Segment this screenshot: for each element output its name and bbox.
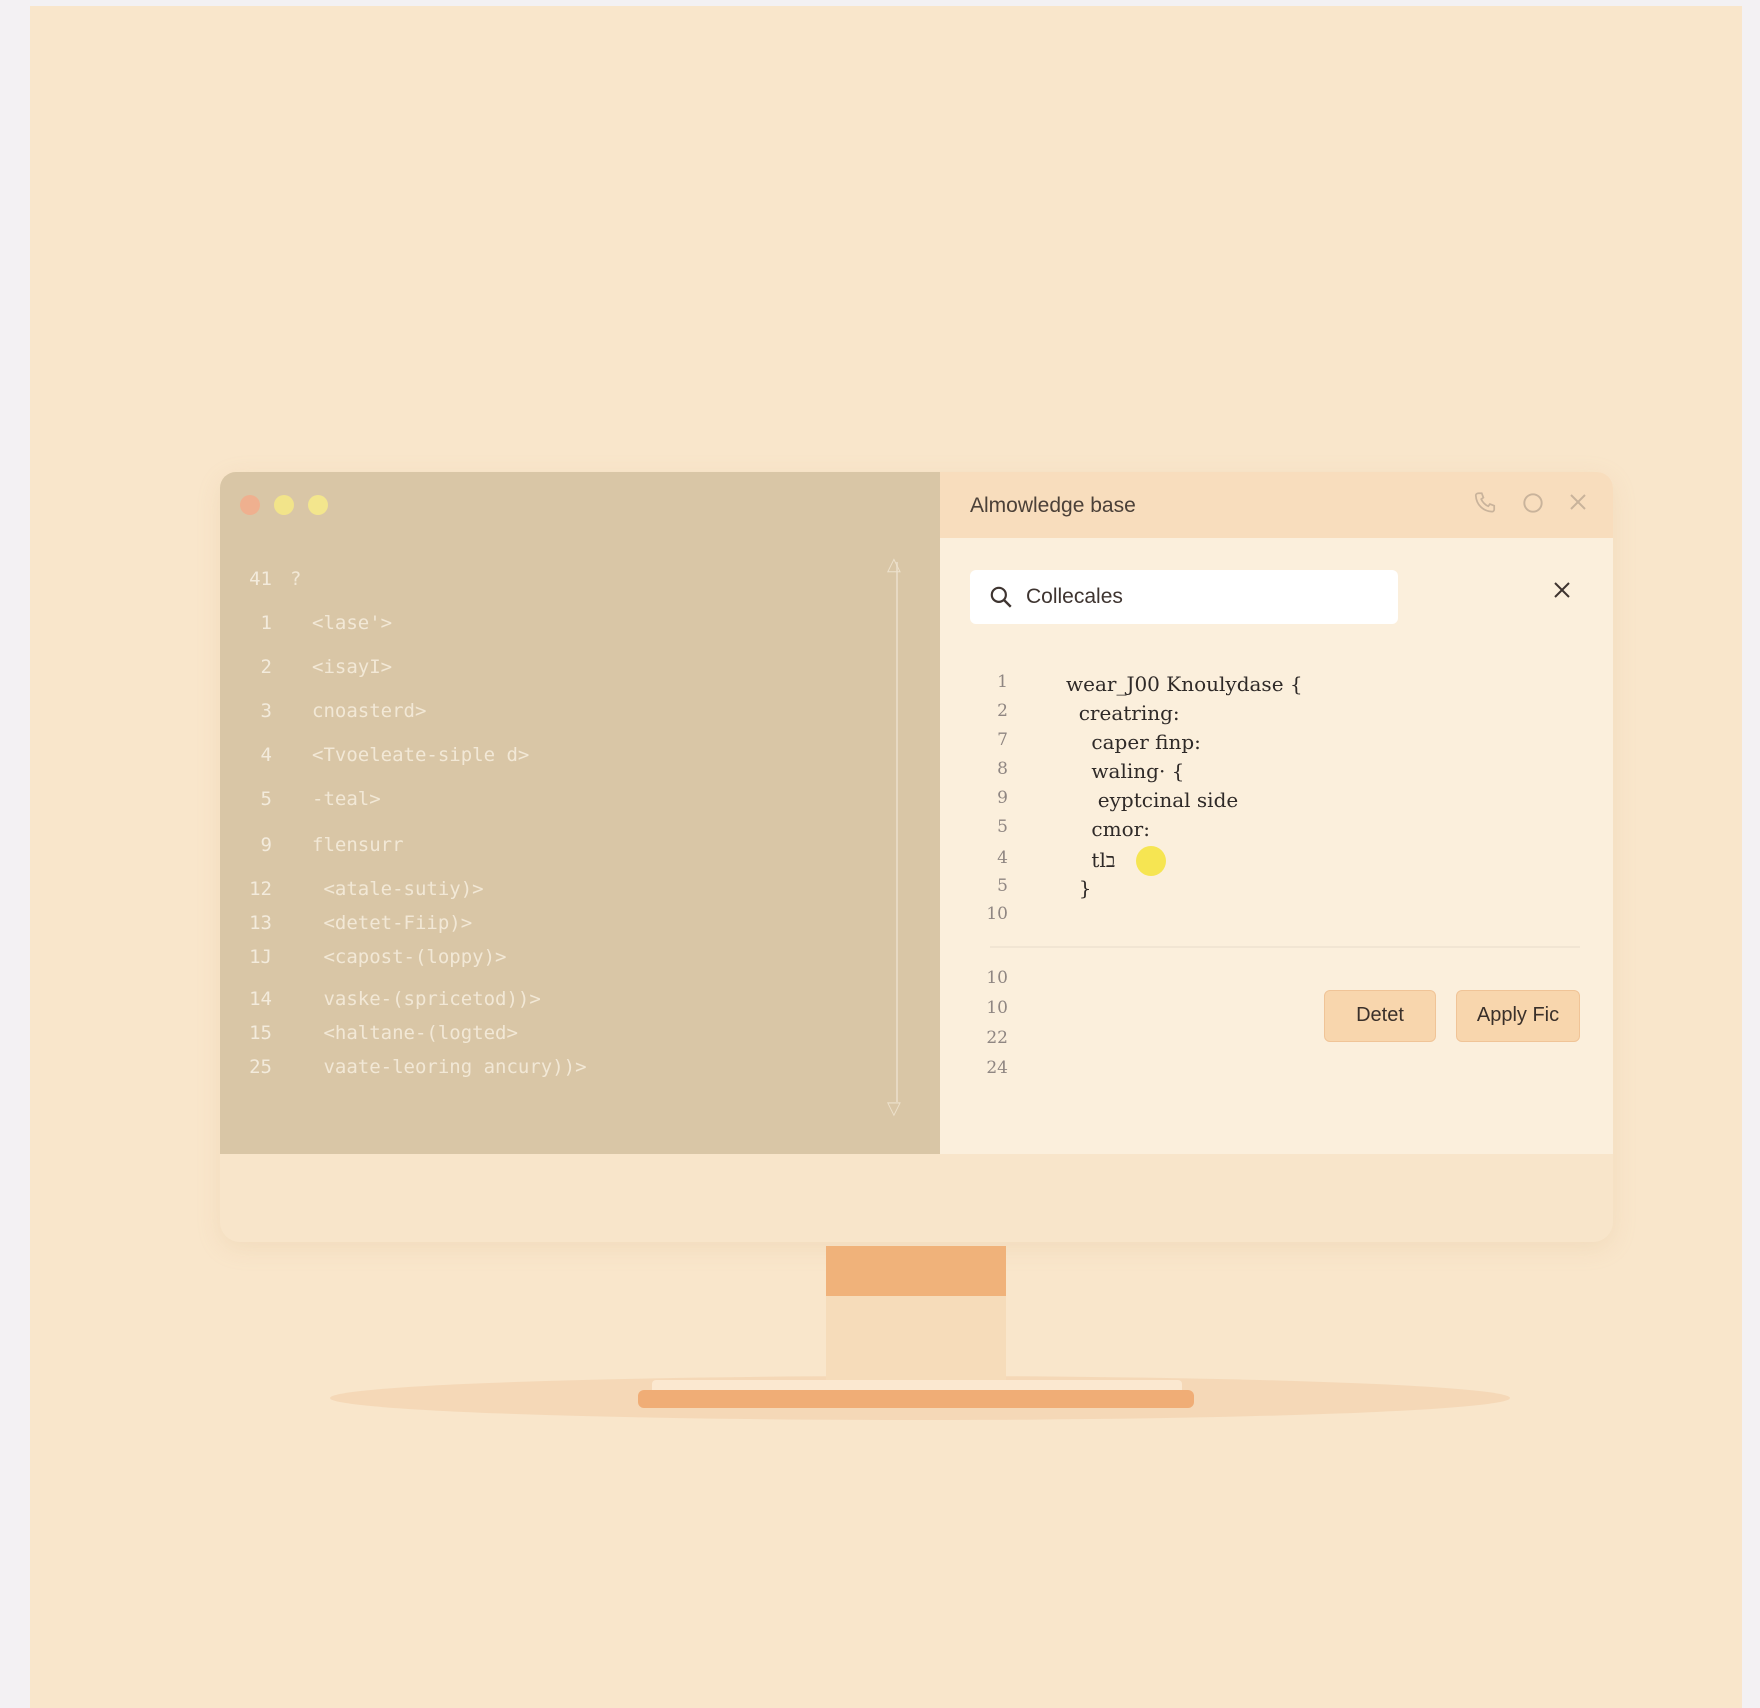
editor-scrollbar[interactable] (896, 562, 898, 1102)
line-number: 41 (249, 568, 272, 590)
line-text: wear_J00 Knoulydase { (1066, 672, 1303, 696)
knowledge-base-panel: Almowledge base Collecales 1 wear_J00 Kno… (940, 472, 1613, 1154)
editor-line: 4 <Tvoeleate-siple d> (220, 744, 880, 776)
line-text: <lase'> (312, 612, 393, 634)
kb-code-line: 10 (940, 998, 1540, 1026)
line-text: ? (290, 568, 302, 590)
line-text: caper finp: (1066, 730, 1201, 754)
line-number: 4 (997, 848, 1008, 868)
line-number: 2 (997, 701, 1008, 721)
divider (990, 946, 1580, 948)
line-text: -teal> (312, 788, 381, 810)
editor-line: 9 flensurr (220, 834, 880, 866)
search-icon (988, 584, 1014, 610)
line-number: 1J (249, 946, 272, 968)
editor-line: 5 -teal> (220, 788, 880, 820)
line-number: 9 (997, 788, 1008, 808)
kb-code-line: 4 tlב (940, 848, 1540, 876)
line-text: vaske-(spricetod))> (312, 988, 541, 1010)
kb-code-line: 2 creatring: (940, 701, 1540, 729)
line-number: 3 (260, 700, 272, 722)
kb-code-line: 7 caper finp: (940, 730, 1540, 758)
line-number: 5 (997, 817, 1008, 837)
stand-base (638, 1390, 1194, 1408)
close-icon[interactable] (1566, 490, 1590, 521)
editor-line: 14 vaske-(spricetod))> (220, 988, 880, 1020)
detect-button[interactable]: Detet (1324, 990, 1436, 1042)
monitor-bezel (220, 1154, 1613, 1242)
line-text: cnoasterd> (312, 700, 427, 722)
line-number: 2 (260, 656, 272, 678)
line-number: 5 (260, 788, 272, 810)
line-number: 22 (986, 1028, 1008, 1048)
line-number: 5 (997, 876, 1008, 896)
line-number: 7 (997, 730, 1008, 750)
line-text: eyptcinal side (1066, 788, 1239, 812)
kb-code-line: 5 } (940, 876, 1540, 904)
line-number: 8 (997, 759, 1008, 779)
phone-icon[interactable] (1472, 490, 1498, 523)
editor-line: 13 <detet-Fiip)> (220, 912, 880, 944)
line-text: tlב (1066, 848, 1116, 872)
line-text: <capost-(loppy)> (312, 946, 507, 968)
kb-code-line: 22 (940, 1028, 1540, 1056)
line-text: cmor: (1066, 817, 1150, 841)
background: 41? 1 <lase'> 2 <isayI> 3 cnoasterd> 4 <Tvoe… (30, 6, 1742, 1708)
kb-code-line: 1 wear_J00 Knoulydase { (940, 672, 1540, 700)
panel-header: Almowledge base (940, 472, 1613, 538)
kb-code-line: 5 cmor: (940, 817, 1540, 845)
line-number: 10 (986, 904, 1008, 924)
line-text: <haltane-(logted> (312, 1022, 518, 1044)
kb-code-line: 9 eyptcinal side (940, 788, 1540, 816)
editor-line: 1 <lase'> (220, 612, 880, 644)
line-number: 14 (249, 988, 272, 1010)
line-text: waling· { (1066, 759, 1185, 783)
line-number: 10 (986, 998, 1008, 1018)
search-value: Collecales (1026, 585, 1123, 608)
panel-title: Almowledge base (970, 494, 1136, 517)
stand-neck (826, 1296, 1006, 1380)
kb-code-line: 10 (940, 904, 1540, 932)
window-minimize-dot[interactable] (274, 495, 294, 515)
line-number: 25 (249, 1056, 272, 1078)
kb-code-line: 10 (940, 968, 1540, 996)
editor-line: 25 vaate-leoring ancury))> (220, 1056, 880, 1088)
window-close-dot[interactable] (240, 495, 260, 515)
line-number: 1 (997, 672, 1008, 692)
kb-code-line: 8 waling· { (940, 759, 1540, 787)
window-maximize-dot[interactable] (308, 495, 328, 515)
stand-neck-top (826, 1246, 1006, 1296)
scroll-down-icon[interactable]: ▽ (887, 1098, 901, 1119)
apply-fix-button[interactable]: Apply Fic (1456, 990, 1580, 1042)
line-number: 9 (260, 834, 272, 856)
line-text: <isayI> (312, 656, 393, 678)
code-editor-pane[interactable]: 41? 1 <lase'> 2 <isayI> 3 cnoasterd> 4 <Tvoe… (220, 472, 940, 1154)
search-input[interactable]: Collecales (970, 570, 1398, 624)
editor-line: 1J <capost-(loppy)> (220, 946, 880, 978)
line-number: 10 (986, 968, 1008, 988)
kb-code-line: 24 (940, 1058, 1540, 1086)
line-number: 1 (260, 612, 272, 634)
line-text: <atale-sutiy)> (312, 878, 484, 900)
scroll-up-icon[interactable]: △ (887, 554, 901, 575)
editor-line: 3 cnoasterd> (220, 700, 880, 732)
line-text: creatring: (1066, 701, 1180, 725)
line-text: vaate-leoring ancury))> (312, 1056, 587, 1078)
clear-search-icon[interactable] (1550, 576, 1574, 610)
line-number: 12 (249, 878, 272, 900)
line-number: 24 (986, 1058, 1008, 1078)
line-text: } (1066, 876, 1092, 900)
line-number: 13 (249, 912, 272, 934)
line-text: flensurr (312, 834, 404, 856)
line-number: 4 (260, 744, 272, 766)
line-text: <Tvoeleate-siple d> (312, 744, 530, 766)
line-text: <detet-Fiip)> (312, 912, 473, 934)
editor-line: 15 <haltane-(logted> (220, 1022, 880, 1054)
editor-line: 12 <atale-sutiy)> (220, 878, 880, 910)
editor-line: 41? (220, 568, 880, 600)
line-number: 15 (249, 1022, 272, 1044)
refresh-icon[interactable] (1520, 490, 1546, 523)
editor-line: 2 <isayI> (220, 656, 880, 688)
